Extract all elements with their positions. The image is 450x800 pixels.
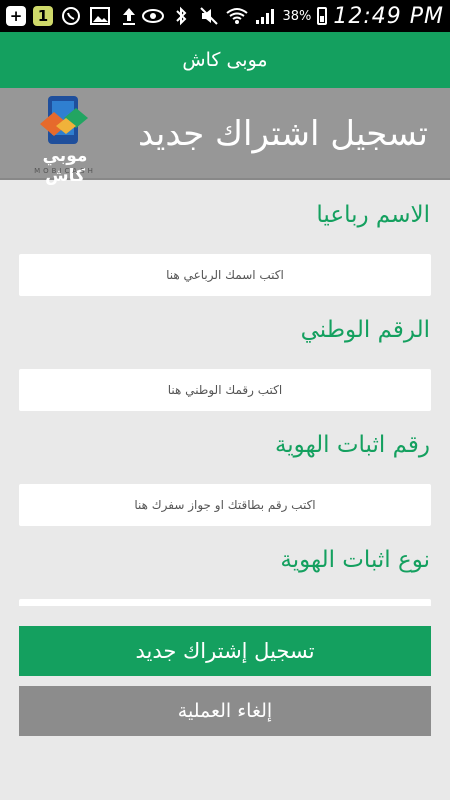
whatsapp-icon [60,5,82,27]
image-icon [89,5,111,27]
page-title: تسجيل اشتراك جديد [138,114,428,154]
signal-icon [254,5,276,27]
bluetooth-icon [170,5,192,27]
page-header: موبي كاش MOBICASH تسجيل اشتراك جديد [0,88,450,186]
id-type-label: نوع اثبات الهوية [280,547,430,573]
id-number-field[interactable] [19,484,431,526]
notification-icons: + 1 [6,5,140,27]
full-name-field[interactable] [19,254,431,296]
mute-icon [198,5,220,27]
eye-icon [142,5,165,27]
logo-wordmark: موبي كاش [42,146,88,186]
wifi-icon [226,5,249,27]
register-button[interactable]: تسجيل إشتراك جديد [19,626,431,676]
upload-icon [118,5,140,27]
registration-form: الاسم رباعيا الرقم الوطني رقم اثبات الهو… [0,182,450,606]
logo-subtitle: MOBICASH [34,167,96,175]
app-title: موبى كاش [182,49,268,71]
status-bar: + 1 38% 12:49 PM [0,0,450,32]
action-bar: موبى كاش [0,32,450,88]
battery-icon [317,7,328,25]
notification-count-icon: 1 [33,6,53,26]
mobicash-logo: موبي كاش MOBICASH [20,94,110,186]
system-icons: 38% 12:49 PM [142,4,444,29]
full-name-label: الاسم رباعيا [316,202,430,228]
id-type-select[interactable] [19,599,431,606]
cancel-button[interactable]: إلغاء العملية [19,686,431,736]
id-number-input[interactable] [19,484,431,526]
add-icon: + [6,6,26,26]
national-id-field[interactable] [19,369,431,411]
id-number-label: رقم اثبات الهوية [274,432,430,458]
battery-percent: 38% [282,8,312,24]
national-id-label: الرقم الوطني [300,317,430,343]
national-id-input[interactable] [19,369,431,411]
clock: 12:49 PM [333,3,444,29]
full-name-input[interactable] [19,254,431,296]
